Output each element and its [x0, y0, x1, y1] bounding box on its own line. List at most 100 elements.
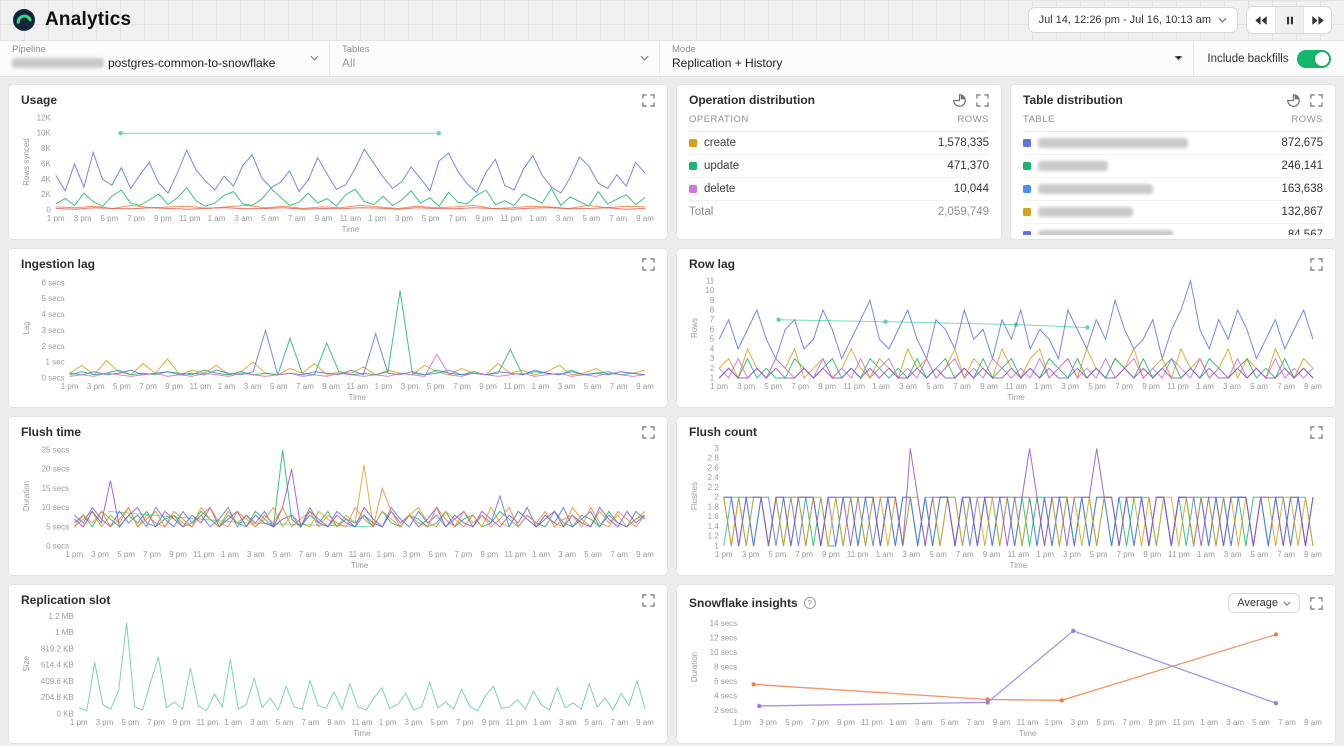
svg-text:5 am: 5 am: [276, 718, 294, 727]
flush-time-chart[interactable]: 0 secs5 secs10 secs15 secs20 secs25 secs…: [21, 441, 655, 571]
chart-svg[interactable]: 0 secs1 sec2 secs3 secs4 secs5 secs6 sec…: [21, 273, 655, 403]
svg-text:11 pm: 11 pm: [503, 382, 525, 391]
svg-text:9: 9: [710, 296, 715, 305]
svg-text:Rows: Rows: [690, 318, 699, 338]
svg-text:11 am: 11 am: [1017, 718, 1039, 727]
svg-text:5 pm: 5 pm: [1090, 550, 1108, 559]
table-row[interactable]: delete10,044: [689, 178, 989, 201]
chart-svg[interactable]: 2 secs4 secs6 secs8 secs10 secs12 secs14…: [689, 615, 1323, 739]
expand-icon[interactable]: [1310, 258, 1323, 271]
chart-svg[interactable]: 0 KB204.8 KB409.6 KB614.4 KB819.2 KB1 MB…: [21, 609, 655, 739]
series-color-swatch: [1023, 162, 1031, 170]
pause-button[interactable]: [1275, 7, 1303, 33]
expand-icon[interactable]: [1310, 426, 1323, 439]
svg-text:5: 5: [710, 335, 715, 344]
tables-label: Tables: [342, 44, 633, 55]
svg-text:11 pm: 11 pm: [500, 214, 522, 223]
table-row[interactable]: 163,638: [1023, 178, 1323, 201]
aggregate-select[interactable]: Average: [1228, 593, 1300, 613]
include-backfills-toggle[interactable]: [1297, 50, 1331, 68]
row-lag-chart[interactable]: 12345678910111 pm3 pm5 pm7 pm9 pm11 pm1 …: [689, 273, 1323, 403]
chart-svg[interactable]: 0 secs5 secs10 secs15 secs20 secs25 secs…: [21, 441, 655, 571]
replication-slot-chart[interactable]: 0 KB204.8 KB409.6 KB614.4 KB819.2 KB1 MB…: [21, 609, 655, 739]
svg-text:5 pm: 5 pm: [785, 718, 803, 727]
svg-text:7 am: 7 am: [288, 214, 306, 223]
svg-text:20 secs: 20 secs: [42, 465, 70, 474]
svg-text:1 am: 1 am: [529, 214, 547, 223]
pie-chart-icon[interactable]: [953, 94, 966, 107]
svg-text:9 am: 9 am: [1304, 382, 1322, 391]
svg-text:7 pm: 7 pm: [456, 718, 474, 727]
table-row[interactable]: update471,370: [689, 155, 989, 178]
usage-chart[interactable]: 02K4K6K8K10K12K1 pm3 pm5 pm7 pm9 pm11 pm…: [21, 109, 655, 235]
svg-text:Flushes: Flushes: [690, 482, 699, 510]
svg-text:2.2: 2.2: [708, 483, 720, 492]
svg-text:3 pm: 3 pm: [401, 382, 419, 391]
svg-text:7 pm: 7 pm: [455, 550, 473, 559]
table-row[interactable]: 84,567: [1023, 224, 1323, 235]
svg-text:5 am: 5 am: [273, 550, 291, 559]
toggle-knob: [1315, 52, 1329, 66]
svg-text:1 am: 1 am: [224, 718, 242, 727]
card-title: Snowflake insights: [689, 596, 798, 610]
chart-svg[interactable]: 11.21.41.61.822.22.42.62.831 pm3 pm5 pm7…: [689, 441, 1323, 571]
svg-text:3 pm: 3 pm: [737, 382, 755, 391]
svg-text:8: 8: [710, 306, 715, 315]
page-title: Analytics: [45, 9, 131, 31]
table-row[interactable]: 872,675: [1023, 132, 1323, 155]
svg-text:9 am: 9 am: [983, 550, 1001, 559]
svg-text:1 pm: 1 pm: [377, 550, 395, 559]
rewind-icon: [1254, 15, 1268, 26]
svg-text:5 pm: 5 pm: [427, 382, 445, 391]
table-distribution-card: Table distribution TABLEROWS872,675246,1…: [1010, 84, 1336, 240]
flush-count-chart[interactable]: 11.21.41.61.822.22.42.62.831 pm3 pm5 pm7…: [689, 441, 1323, 571]
snowflake-insights-chart[interactable]: 2 secs4 secs6 secs8 secs10 secs12 secs14…: [689, 615, 1323, 739]
pie-chart-icon[interactable]: [1287, 94, 1300, 107]
expand-icon[interactable]: [642, 594, 655, 607]
chart-svg[interactable]: 02K4K6K8K10K12K1 pm3 pm5 pm7 pm9 pm11 pm…: [21, 109, 655, 235]
help-icon[interactable]: ?: [804, 597, 816, 609]
table-row[interactable]: create1,578,335: [689, 132, 989, 155]
mode-select[interactable]: Mode Replication + History: [660, 41, 1194, 76]
chevron-down-icon: [1283, 601, 1291, 606]
row-label: create: [704, 137, 736, 149]
redacted-text: [1038, 138, 1188, 148]
svg-text:7 am: 7 am: [610, 718, 628, 727]
card-title: Flush count: [689, 425, 757, 439]
svg-text:1 am: 1 am: [889, 718, 907, 727]
card-title: Table distribution: [1023, 93, 1123, 107]
expand-icon[interactable]: [1310, 597, 1323, 610]
table-row[interactable]: 132,867: [1023, 201, 1323, 224]
date-range-button[interactable]: Jul 14, 12:26 pm - Jul 16, 10:13 am: [1028, 7, 1238, 33]
svg-text:3: 3: [714, 444, 719, 453]
svg-text:7 pm: 7 pm: [127, 214, 145, 223]
redacted-text: [12, 58, 104, 68]
table-row[interactable]: 246,141: [1023, 155, 1323, 178]
svg-text:9 pm: 9 pm: [1148, 718, 1166, 727]
replication-slot-card: Replication slot 0 KB204.8 KB409.6 KB614…: [8, 584, 668, 744]
expand-icon[interactable]: [642, 258, 655, 271]
svg-text:9 pm: 9 pm: [154, 214, 172, 223]
expand-icon[interactable]: [642, 426, 655, 439]
expand-icon[interactable]: [642, 94, 655, 107]
expand-icon[interactable]: [976, 94, 989, 107]
svg-text:1.2: 1.2: [708, 532, 720, 541]
tables-select[interactable]: Tables All: [330, 41, 660, 76]
app-header: Analytics Jul 14, 12:26 pm - Jul 16, 10:…: [0, 0, 1344, 40]
svg-text:5 pm: 5 pm: [101, 214, 119, 223]
pipeline-select[interactable]: Pipeline postgres-common-to-snowflake: [0, 41, 330, 76]
date-range-label: Jul 14, 12:26 pm - Jul 16, 10:13 am: [1039, 14, 1211, 26]
svg-text:7 pm: 7 pm: [811, 718, 829, 727]
svg-text:10K: 10K: [37, 129, 52, 138]
svg-text:1 am: 1 am: [532, 382, 550, 391]
chart-svg[interactable]: 12345678910111 pm3 pm5 pm7 pm9 pm11 pm1 …: [689, 273, 1323, 403]
expand-icon[interactable]: [1310, 94, 1323, 107]
svg-text:9 pm: 9 pm: [173, 718, 191, 727]
svg-text:3 pm: 3 pm: [1063, 550, 1081, 559]
svg-text:3 am: 3 am: [902, 550, 920, 559]
ingestion-lag-chart[interactable]: 0 secs1 sec2 secs3 secs4 secs5 secs6 sec…: [21, 273, 655, 403]
rewind-button[interactable]: [1247, 7, 1275, 33]
forward-button[interactable]: [1303, 7, 1331, 33]
svg-text:5 pm: 5 pm: [422, 214, 440, 223]
svg-text:1 am: 1 am: [876, 550, 894, 559]
